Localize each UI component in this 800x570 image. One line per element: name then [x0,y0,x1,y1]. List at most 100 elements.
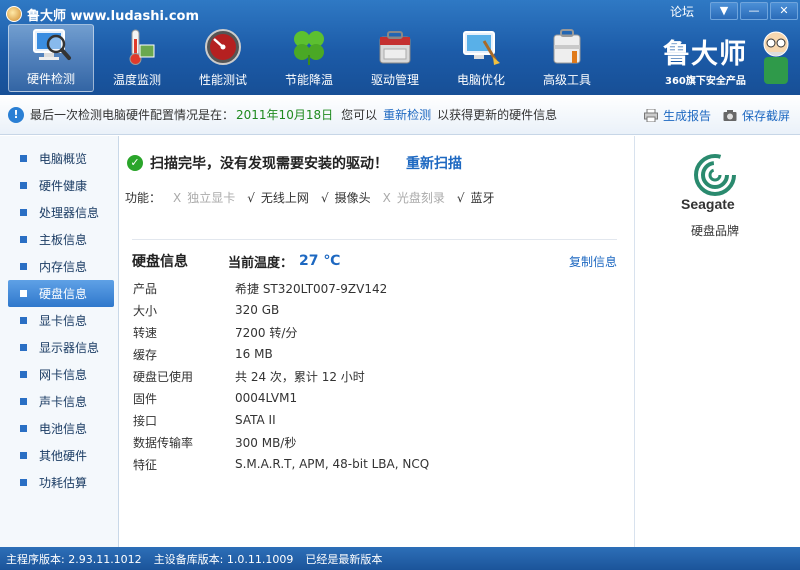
spec-key: 转速 [133,325,158,340]
window-controls: 论坛 ▼ — ✕ [670,2,798,20]
app-header: 鲁大师 www.ludashi.com 论坛 ▼ — ✕ 硬件检测 温度监测 性… [0,0,800,95]
sidebar-item-cpu[interactable]: 处理器信息 [8,199,114,226]
feature-name: 独立显卡 [187,191,236,205]
window-title: 鲁大师 www.ludashi.com [27,8,200,24]
sidebar-item-label: 功耗估算 [39,476,88,490]
sidebar-item-label: 电脑概览 [39,152,88,166]
bullet-icon [20,209,27,216]
info-bar: ! 最后一次检测电脑硬件配置情况是在： 2011年10月18日 您可以 重新检测… [0,95,800,135]
nav-driver-manager[interactable]: 驱动管理 [352,24,438,92]
nav-temperature[interactable]: 温度监测 [94,24,180,92]
scan-message: 扫描完毕，没有发现需要安装的驱动！ [150,156,388,172]
redetect-link[interactable]: 重新检测 [383,106,431,123]
spec-key: 产品 [133,281,158,296]
sidebar-item-label: 硬盘信息 [39,287,88,301]
nav-performance[interactable]: 性能测试 [180,24,266,92]
sidebar-item-power[interactable]: 功耗估算 [8,469,114,496]
feature-mark: √ [456,190,465,205]
table-row: 接口 SATA II [133,409,429,431]
sidebar-item-motherboard[interactable]: 主板信息 [8,226,114,253]
sidebar-item-monitor[interactable]: 显示器信息 [8,334,114,361]
bullet-icon [20,371,27,378]
bullet-icon [20,452,27,459]
table-row: 转速 7200 转/分 [133,321,429,343]
sidebar-item-sound[interactable]: 声卡信息 [8,388,114,415]
spec-value: 共 24 次，累计 12 小时 [235,369,365,384]
feature-mark: √ [247,190,255,205]
forum-link[interactable]: 论坛 [670,3,694,20]
feature-name: 蓝牙 [470,191,495,205]
sidebar-item-network[interactable]: 网卡信息 [8,361,114,388]
sidebar-item-battery[interactable]: 电池信息 [8,415,114,442]
feature-item: X 光盘刻录 [383,189,445,206]
table-row: 数据传输率 300 MB/秒 [133,431,429,453]
last-check-date: 2011年10月18日 [236,108,334,122]
feature-list: 功能： X 独立显卡 √ 无线上网 √ 摄像头 X 光盘刻录 √ 蓝牙 [125,189,495,206]
info-actions: 生成报告 保存截屏 [632,107,790,124]
temperature-label: 当前温度： [228,255,294,271]
sidebar-item-other[interactable]: 其他硬件 [8,442,114,469]
clover-icon [288,27,330,67]
nav-label: 节能降温 [284,73,333,87]
monitor-magnifier-icon [30,26,72,66]
mascot-icon [758,30,794,86]
brand-logo: 鲁大师 360旗下安全产品 [663,30,789,90]
feature-name: 摄像头 [334,191,371,205]
spec-value: SATA II [235,413,276,427]
sidebar-item-overview[interactable]: 电脑概览 [8,145,114,172]
feature-mark: X [382,190,391,205]
spec-key: 数据传输率 [133,435,194,450]
sidebar-item-gpu[interactable]: 显卡信息 [8,307,114,334]
camera-icon [723,109,737,122]
seagate-logo-text: Seagate [681,196,735,212]
nav-label: 电脑优化 [456,73,505,87]
printer-icon [643,108,658,123]
info-icon: ! [8,106,24,123]
nav-hardware-detect[interactable]: 硬件检测 [8,24,94,92]
seagate-logo-icon [683,153,747,197]
monitor-broom-icon [460,27,502,67]
sidebar-item-health[interactable]: 硬件健康 [8,172,114,199]
nav-optimize[interactable]: 电脑优化 [438,24,524,92]
nav-label: 驱动管理 [370,73,419,87]
sidebar-item-memory[interactable]: 内存信息 [8,253,114,280]
feature-name: 无线上网 [260,191,309,205]
generate-report-label: 生成报告 [662,109,711,123]
sidebar-item-label: 电池信息 [39,422,88,436]
sidebar-item-disk[interactable]: 硬盘信息 [8,280,114,307]
bullet-icon [20,182,27,189]
scan-result: ✓ 扫描完毕，没有发现需要安装的驱动！ 重新扫描 [127,153,462,173]
status-bar: 主程序版本: 2.93.11.1012 主设备库版本: 1.0.11.1009 … [0,547,800,570]
menu-dropdown-button[interactable]: ▼ [710,2,738,20]
brand-subtitle: 360旗下安全产品 [665,76,746,87]
save-screenshot-button[interactable]: 保存截屏 [723,107,790,124]
spec-key: 大小 [133,303,158,318]
temperature-value: 27 ℃ [299,253,341,269]
nav-advanced-tools[interactable]: 高级工具 [524,24,610,92]
feature-item: √ 蓝牙 [457,189,495,206]
spec-value: 希捷 ST320LT007-9ZV142 [235,281,388,296]
rescan-link[interactable]: 重新扫描 [406,153,462,173]
nav-energy-saving[interactable]: 节能降温 [266,24,352,92]
spec-value: S.M.A.R.T, APM, 48-bit LBA, NCQ [235,457,430,471]
generate-report-button[interactable]: 生成报告 [643,107,711,124]
disk-brand-panel: Seagate 硬盘品牌 [634,136,800,547]
program-version: 主程序版本: 2.93.11.1012 [6,552,142,566]
toolbox-icon [374,27,416,67]
spec-value: 7200 转/分 [235,325,298,340]
bullet-icon [20,425,27,432]
copy-info-link[interactable]: 复制信息 [569,253,617,270]
close-button[interactable]: ✕ [770,2,798,20]
bullet-icon [20,344,27,351]
spec-key: 固件 [133,391,158,406]
minimize-button[interactable]: — [740,2,768,20]
feature-item: X 独立显卡 [173,189,235,206]
table-row: 硬盘已使用 共 24 次，累计 12 小时 [133,365,429,387]
thermometer-icon [116,27,158,67]
main-nav: 硬件检测 温度监测 性能测试 节能降温 驱动管理 电脑优化 高级工具 [8,24,610,92]
app-logo-icon [6,6,22,22]
sidebar-item-label: 显示器信息 [39,341,100,355]
sidebar-item-label: 硬件健康 [39,179,88,193]
feature-item: √ 无线上网 [247,189,309,206]
sidebar-item-label: 处理器信息 [39,206,100,220]
